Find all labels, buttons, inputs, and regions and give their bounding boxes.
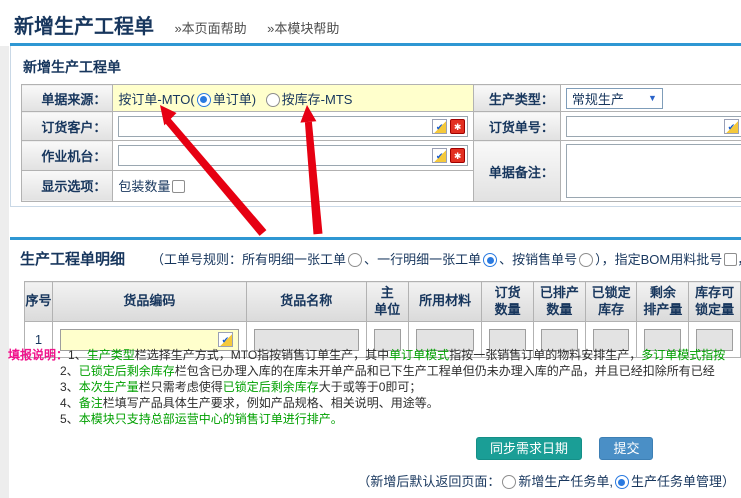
footer-opt1: 新增生产任务单, bbox=[518, 474, 613, 489]
instruction-keyword: 单订单模式 bbox=[389, 348, 449, 362]
instruction-text: 栏填写产品具体生产要求，例如产品规格、相关说明、用途等。 bbox=[103, 396, 439, 410]
display-label: 显示选项： bbox=[22, 170, 113, 201]
radio-rule-all-in-one[interactable] bbox=[348, 253, 362, 267]
order-form: 单据来源： 按订单-MTO(单订单) 按库存-MTS 生产类型： 常规生产 ▼ … bbox=[21, 84, 741, 202]
submit-button[interactable]: 提交 bbox=[599, 437, 653, 460]
source-label: 单据来源： bbox=[22, 85, 113, 112]
customer-label: 订货客户： bbox=[22, 112, 113, 141]
workorder-rule-text: （工单号规则：所有明细一张工单、一行明细一张工单、按销售单号），指定BOM用料批… bbox=[151, 252, 741, 267]
instruction-line: 5、本模块只支持总部运营中心的销售订单进行排产。 bbox=[8, 411, 741, 427]
section-title: 新增生产工程单 bbox=[11, 46, 741, 84]
select-lookup-icon[interactable]: ✔ bbox=[218, 332, 233, 347]
source-opt1-text: 按订单-MTO( bbox=[118, 92, 194, 107]
instruction-keyword: 已锁定后剩余库存 bbox=[79, 364, 175, 378]
select-lookup-icon[interactable]: ✔ bbox=[432, 119, 447, 134]
col-header-index: 序号 bbox=[25, 282, 53, 322]
detail-section-header: 生产工程单明细 （工单号规则：所有明细一张工单、一行明细一张工单、按销售单号），指… bbox=[20, 248, 741, 269]
radio-return-new-task[interactable] bbox=[502, 475, 516, 489]
instruction-line: 4、备注栏填写产品具体生产要求，例如产品规格、相关说明、用途等。 bbox=[8, 395, 741, 411]
remark-textarea[interactable] bbox=[567, 145, 741, 197]
instruction-line: 2、已锁定后剩余库存栏包含已办理入库的在库未开单产品和已下生产工程单但仍未办理入… bbox=[8, 363, 741, 379]
col-header-remaining-qty: 剩余 排产量 bbox=[637, 282, 689, 322]
machine-field: ✔ ✱ bbox=[118, 145, 468, 166]
chevron-down-icon: ▼ bbox=[648, 93, 657, 103]
item-code-input[interactable] bbox=[63, 332, 218, 348]
customer-field: ✔ ✱ bbox=[118, 116, 468, 137]
order-no-label: 订货单号： bbox=[474, 112, 561, 141]
select-lookup-icon[interactable]: ✔ bbox=[432, 148, 447, 163]
instruction-text: 栏包含已办理入库的在库未开单产品和已下生产工程单但仍未办理入库的产品，并且已经扣… bbox=[175, 364, 715, 378]
package-qty-checkbox[interactable] bbox=[172, 180, 185, 193]
radio-rule-by-sales-no[interactable] bbox=[579, 253, 593, 267]
instruction-number: 4、 bbox=[60, 396, 79, 410]
order-no-input[interactable] bbox=[569, 118, 724, 135]
machine-input[interactable] bbox=[121, 147, 432, 164]
instruction-text: 指按一张销售订单的物料安排生产， bbox=[449, 348, 641, 362]
instruction-line: 填报说明：1、生产类型栏选择生产方式，MTO指按销售订单生产，其中单订单模式指按… bbox=[8, 347, 741, 363]
instruction-keyword: 备注 bbox=[79, 396, 103, 410]
sync-demand-date-button[interactable]: 同步需求日期 bbox=[476, 437, 582, 460]
instruction-keyword: 本模块只支持总部运营中心的销售订单进行排产。 bbox=[79, 412, 343, 426]
notes-label: 填报说明： bbox=[8, 348, 68, 362]
source-options-cell: 按订单-MTO( 单订单) 按库存-MTS bbox=[113, 85, 474, 112]
radio-single-order[interactable] bbox=[197, 93, 211, 107]
prod-type-select[interactable]: 常规生产 ▼ bbox=[566, 88, 663, 109]
detail-header-row: 序号 货品编码 货品名称 主 单位 所用材料 订货 数量 已排产 数量 已锁定 … bbox=[25, 282, 741, 322]
col-header-item-name: 货品名称 bbox=[246, 282, 366, 322]
col-header-materials: 所用材料 bbox=[408, 282, 481, 322]
help-link-module[interactable]: »本模块帮助 bbox=[267, 21, 339, 36]
fill-instructions: 填报说明：1、生产类型栏选择生产方式，MTO指按销售订单生产，其中单订单模式指按… bbox=[8, 347, 741, 427]
order-no-field: ✔ ✱ bbox=[566, 116, 741, 137]
col-header-unit: 主 单位 bbox=[366, 282, 408, 322]
instruction-text: 栏只需考虑使得 bbox=[139, 380, 223, 394]
col-header-lockable-stock: 库存可 锁定量 bbox=[689, 282, 741, 322]
instruction-number: 1、 bbox=[68, 348, 87, 362]
radio-rule-one-per-line[interactable] bbox=[483, 253, 497, 267]
section-divider bbox=[10, 237, 741, 240]
instruction-keyword: 多订单模式指按 bbox=[641, 348, 725, 362]
col-header-locked-stock: 已锁定 库存 bbox=[585, 282, 637, 322]
instruction-text: 栏选择生产方式，MTO指按销售订单生产，其中 bbox=[135, 348, 389, 362]
machine-label: 作业机台： bbox=[22, 141, 113, 171]
clear-icon[interactable]: ✱ bbox=[450, 119, 465, 134]
display-option-text: 包装数量 bbox=[118, 179, 170, 194]
radio-mts[interactable] bbox=[266, 93, 280, 107]
return-page-options: （新增后默认返回页面： 新增生产任务单, 生产任务单管理） bbox=[357, 471, 735, 490]
col-header-order-qty: 订货 数量 bbox=[482, 282, 534, 322]
col-header-scheduled-qty: 已排产 数量 bbox=[534, 282, 586, 322]
source-opt2-text: 按库存-MTS bbox=[282, 92, 353, 107]
instruction-keyword: 本次生产量 bbox=[79, 380, 139, 394]
help-link-page[interactable]: »本页面帮助 bbox=[174, 21, 246, 36]
instruction-keyword: 生产类型 bbox=[87, 348, 135, 362]
new-order-panel: 新增生产工程单 单据来源： 按订单-MTO( 单订单) 按库存-MTS 生产类型：… bbox=[10, 46, 741, 207]
source-opt1-suffix: 单订单) bbox=[213, 92, 256, 107]
remark-label: 单据备注： bbox=[474, 141, 561, 202]
clear-icon[interactable]: ✱ bbox=[450, 148, 465, 163]
radio-return-task-manage[interactable] bbox=[615, 475, 629, 489]
action-buttons: 同步需求日期 提交 bbox=[476, 437, 653, 460]
bom-batch-checkbox[interactable] bbox=[724, 253, 737, 266]
customer-input[interactable] bbox=[121, 118, 432, 135]
instruction-number: 3、 bbox=[60, 380, 79, 394]
detail-title: 生产工程单明细 bbox=[20, 251, 125, 268]
page-title: 新增生产工程单 bbox=[14, 16, 154, 38]
prod-type-value: 常规生产 bbox=[572, 89, 624, 108]
instruction-number: 2、 bbox=[60, 364, 79, 378]
prod-type-label: 生产类型： bbox=[474, 85, 561, 112]
footer-prefix: （新增后默认返回页面： bbox=[357, 474, 500, 489]
footer-opt2: 生产任务单管理 bbox=[631, 474, 722, 489]
select-lookup-icon[interactable]: ✔ bbox=[724, 119, 739, 134]
footer-suffix: ） bbox=[722, 474, 735, 489]
col-header-item-code: 货品编码 bbox=[52, 282, 246, 322]
instruction-keyword: 已锁定后剩余库存 bbox=[223, 380, 319, 394]
instruction-number: 5、 bbox=[60, 412, 79, 426]
instruction-text: 大于或等于0即可； bbox=[319, 380, 422, 394]
instruction-line: 3、本次生产量栏只需考虑使得已锁定后剩余库存大于或等于0即可； bbox=[8, 379, 741, 395]
remark-field bbox=[566, 144, 741, 198]
left-gutter bbox=[0, 46, 9, 498]
page-header: 新增生产工程单 »本页面帮助 »本模块帮助 bbox=[14, 10, 339, 39]
